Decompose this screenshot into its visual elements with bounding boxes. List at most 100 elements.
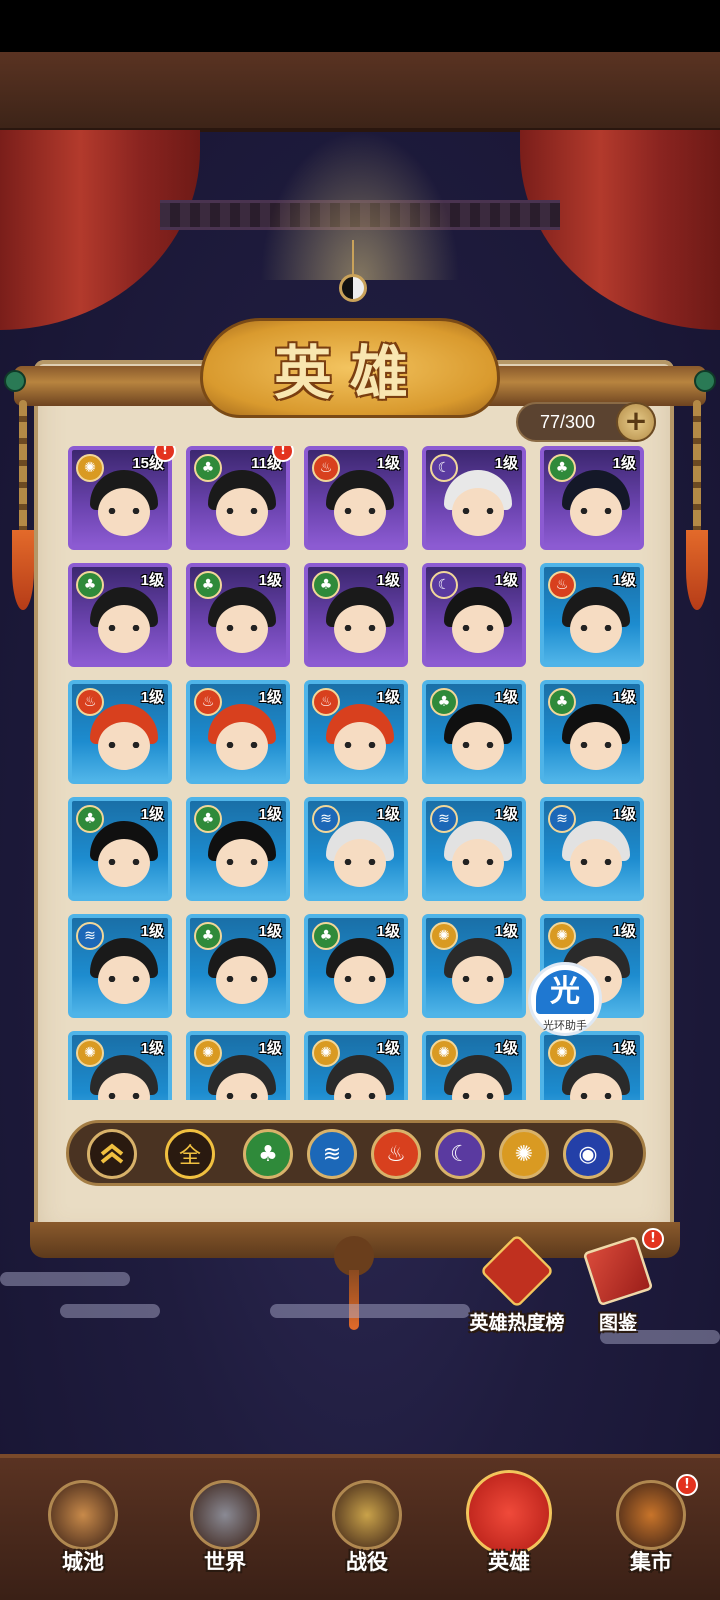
sort-toggle-button[interactable]	[87, 1129, 137, 1179]
hero-alert-badge: !	[272, 446, 294, 462]
filter-all-button[interactable]: 全	[165, 1129, 215, 1179]
aura-assistant-label: 光环助手	[543, 1019, 587, 1032]
hero-card[interactable]: ♨ 1级	[540, 563, 644, 667]
nav-item-castle[interactable]: 城池	[28, 1474, 138, 1594]
tassel-left	[12, 400, 34, 610]
wood-element-icon: ♣	[312, 571, 340, 599]
hero-eyes	[344, 1093, 376, 1099]
hero-card[interactable]: ✺ 1级	[304, 1031, 408, 1100]
hero-eyes	[108, 859, 140, 865]
water-element-icon: ≋	[76, 922, 104, 950]
wood-element-icon: ♣	[194, 805, 222, 833]
hero-card[interactable]: ✺ 1级	[68, 1031, 172, 1100]
hero-capacity-counter: 77/300 +	[516, 402, 656, 442]
water-element-icon: ≋	[548, 805, 576, 833]
hero-card[interactable]: ♣ 1级	[186, 797, 290, 901]
filter-fire-button[interactable]: ♨	[371, 1129, 421, 1179]
hero-card[interactable]: ♣ 1级	[186, 563, 290, 667]
cloud-decoration	[60, 1304, 160, 1318]
hero-card[interactable]: ♣ 11级!	[186, 446, 294, 550]
hero-card[interactable]: ✺ 1级	[422, 914, 526, 1018]
nav-item-market-stall[interactable]: 集市!	[596, 1474, 706, 1594]
water-element-icon: ≋	[312, 805, 340, 833]
hero-card[interactable]: ♨ 1级	[304, 446, 408, 550]
aura-assistant-button[interactable]: 光 光环助手	[528, 962, 602, 1036]
filter-dark-button[interactable]: ☾	[435, 1129, 485, 1179]
hero-card[interactable]: ✺ 1级	[422, 1031, 526, 1100]
hero-eyes	[462, 859, 494, 865]
hero-eyes	[462, 625, 494, 631]
hero-level: 1级	[258, 806, 282, 823]
hero-level: 1级	[612, 1040, 636, 1057]
hero-level: 1级	[376, 923, 400, 940]
mountain-icon	[190, 1480, 260, 1550]
light-element-icon: ✺	[430, 1039, 458, 1067]
hero-eyes	[226, 742, 258, 748]
hero-card[interactable]: ♣ 1级	[540, 680, 644, 784]
hero-eyes	[226, 625, 258, 631]
cloud-decoration	[270, 1304, 470, 1318]
hero-alert-badge: !	[154, 446, 176, 462]
light-element-icon: ✺	[548, 1039, 576, 1067]
dark-element-icon: ☾	[450, 1141, 470, 1167]
expand-capacity-button[interactable]: +	[616, 402, 656, 442]
hero-level: 1级	[612, 572, 636, 589]
filter-water-button[interactable]: ≋	[307, 1129, 357, 1179]
rod-cap-left	[4, 370, 26, 392]
nav-item-mountain[interactable]: 世界	[170, 1474, 280, 1594]
hero-card[interactable]: ≋ 1级	[304, 797, 408, 901]
hero-card[interactable]: ♣ 1级	[186, 914, 290, 1018]
hero-card[interactable]: ✺ 15级!	[68, 446, 176, 550]
water-element-icon: ≋	[322, 1141, 342, 1167]
hero-card[interactable]: ✺ 1级	[186, 1031, 290, 1100]
hero-card[interactable]: ♣ 1级	[68, 797, 172, 901]
light-element-icon: ✺	[76, 454, 104, 482]
hero-card[interactable]: ♨ 1级	[304, 680, 408, 784]
filter-storm-button[interactable]: ◉	[563, 1129, 613, 1179]
hero-card[interactable]: ☾ 1级	[422, 446, 526, 550]
hero-eyes	[462, 976, 494, 982]
fire-element-icon: ♨	[194, 688, 222, 716]
hero-level: 1级	[376, 689, 400, 706]
hero-card[interactable]: ♣ 1级	[68, 563, 172, 667]
light-element-icon: ✺	[76, 1039, 104, 1067]
wood-element-icon: ♣	[194, 571, 222, 599]
dark-element-icon: ☾	[430, 454, 458, 482]
hero-level: 1级	[140, 806, 164, 823]
hero-popularity-ranking-button[interactable]: 英雄热度榜	[460, 1233, 574, 1335]
filter-light-button[interactable]: ✺	[499, 1129, 549, 1179]
nav-label: 英雄	[488, 1550, 530, 1574]
nav-item-hero-portrait[interactable]: 英雄	[454, 1470, 564, 1594]
hero-eyes	[108, 1093, 140, 1099]
hero-eyes	[462, 742, 494, 748]
hero-eyes	[108, 742, 140, 748]
hero-card[interactable]: ♣ 1级	[540, 446, 644, 550]
hero-card[interactable]: ✺ 1级	[540, 1031, 644, 1100]
hero-card[interactable]: ≋ 1级	[540, 797, 644, 901]
hero-card[interactable]: ♨ 1级	[186, 680, 290, 784]
hero-level: 1级	[494, 923, 518, 940]
hero-card[interactable]: ♣ 1级	[304, 563, 408, 667]
hero-level: 1级	[140, 572, 164, 589]
codex-label: 图鉴	[598, 1312, 637, 1334]
hero-card[interactable]: ≋ 1级	[422, 797, 526, 901]
hero-eyes	[226, 1093, 258, 1099]
hero-level: 1级	[376, 1040, 400, 1057]
hero-level: 1级	[494, 689, 518, 706]
nav-label: 城池	[62, 1550, 104, 1574]
light-element-icon: ✺	[514, 1141, 534, 1167]
codex-button[interactable]: ! 图鉴	[578, 1228, 664, 1335]
hero-eyes	[108, 976, 140, 982]
hero-card[interactable]: ♨ 1级	[68, 680, 172, 784]
hero-card[interactable]: ≋ 1级	[68, 914, 172, 1018]
double-chevron-up-icon	[100, 1143, 124, 1164]
nav-item-crossed-swords[interactable]: 战役	[312, 1474, 422, 1594]
filter-wood-button[interactable]: ♣	[243, 1129, 293, 1179]
hero-card[interactable]: ☾ 1级	[422, 563, 526, 667]
hero-eyes	[344, 625, 376, 631]
hero-card[interactable]: ♣ 1级	[422, 680, 526, 784]
fire-element-icon: ♨	[386, 1141, 406, 1167]
wood-element-icon: ♣	[312, 922, 340, 950]
cloud-decoration	[0, 1272, 130, 1286]
hero-card[interactable]: ♣ 1级	[304, 914, 408, 1018]
